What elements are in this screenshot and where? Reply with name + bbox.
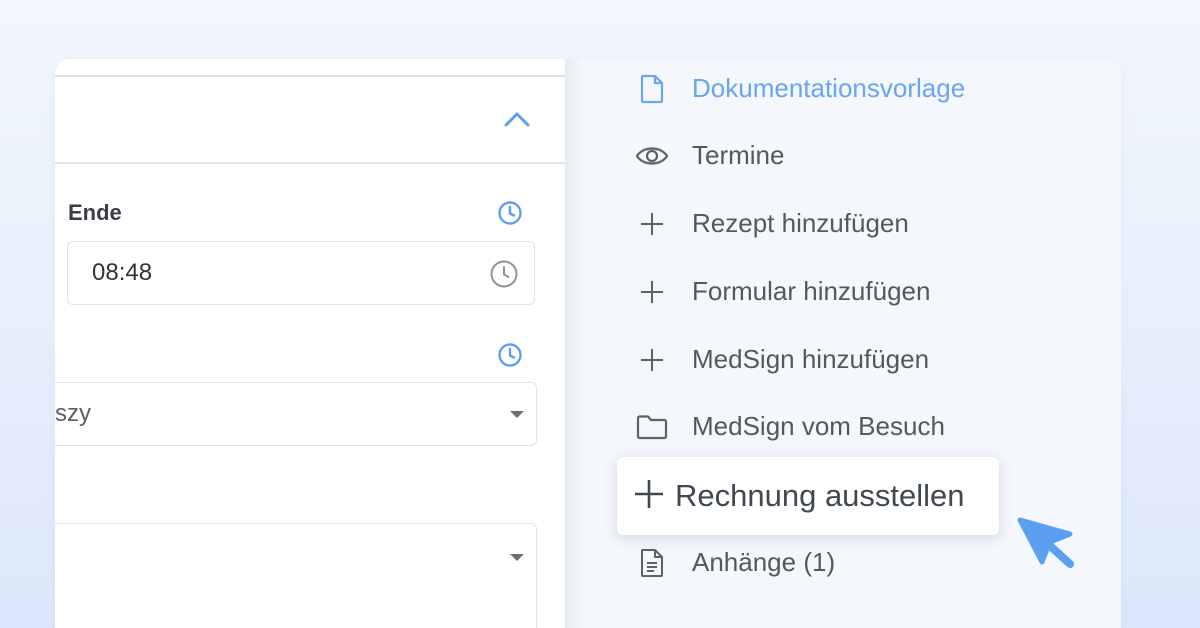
chevron-up-icon <box>504 112 530 127</box>
menu-item-formular-hinzufuegen[interactable]: Formular hinzufügen <box>565 266 1005 316</box>
menu-item-label: Rechnung ausstellen <box>675 478 965 513</box>
menu-item-anhaenge[interactable]: Anhänge (1) <box>565 537 1005 587</box>
select-value: szy <box>55 400 91 427</box>
select-field[interactable]: szy <box>55 382 537 446</box>
menu-item-medsign-vom-besuch[interactable]: MedSign vom Besuch <box>565 401 1005 451</box>
document-icon <box>635 72 669 106</box>
menu-item-label: Dokumentationsvorlage <box>692 73 966 103</box>
plus-icon <box>635 275 669 309</box>
menu-item-rechnung-ausstellen[interactable]: Rechnung ausstellen <box>617 457 999 535</box>
menu-item-dokumentationsvorlage[interactable]: Dokumentationsvorlage <box>565 63 1005 113</box>
menu-item-label: MedSign vom Besuch <box>692 411 945 441</box>
menu-item-label: MedSign hinzufügen <box>692 344 930 374</box>
folder-icon <box>635 410 669 444</box>
form-panel: Ende 08:48 szy <box>55 59 565 628</box>
divider <box>55 162 565 164</box>
clock-icon[interactable] <box>497 200 523 226</box>
select-field[interactable] <box>55 523 537 628</box>
eye-icon <box>635 139 669 173</box>
menu-item-medsign-hinzufuegen[interactable]: MedSign hinzufügen <box>565 334 1005 384</box>
plus-icon <box>635 480 663 508</box>
app-card: Ende 08:48 szy Dokumentationsvorlage Ter… <box>55 59 1121 628</box>
caret-down-icon <box>510 411 524 418</box>
menu-item-label: Termine <box>692 140 785 170</box>
end-time-label: Ende <box>68 200 122 225</box>
plus-icon <box>635 207 669 241</box>
menu-item-label: Anhänge (1) <box>692 547 836 577</box>
menu-item-rezept-hinzufuegen[interactable]: Rezept hinzufügen <box>565 198 1005 248</box>
menu-item-termine[interactable]: Termine <box>565 130 1005 180</box>
plus-icon <box>635 343 669 377</box>
mouse-cursor-icon <box>1017 517 1074 568</box>
clock-icon[interactable] <box>489 259 519 289</box>
collapse-button[interactable] <box>500 106 534 132</box>
end-time-input[interactable]: 08:48 <box>67 241 535 305</box>
clock-icon[interactable] <box>497 342 523 368</box>
menu-item-label: Rezept hinzufügen <box>692 208 909 238</box>
divider <box>55 75 565 77</box>
end-time-value: 08:48 <box>92 259 153 286</box>
file-text-icon <box>635 546 669 580</box>
caret-down-icon <box>510 554 524 561</box>
menu-item-label: Formular hinzufügen <box>692 276 931 306</box>
